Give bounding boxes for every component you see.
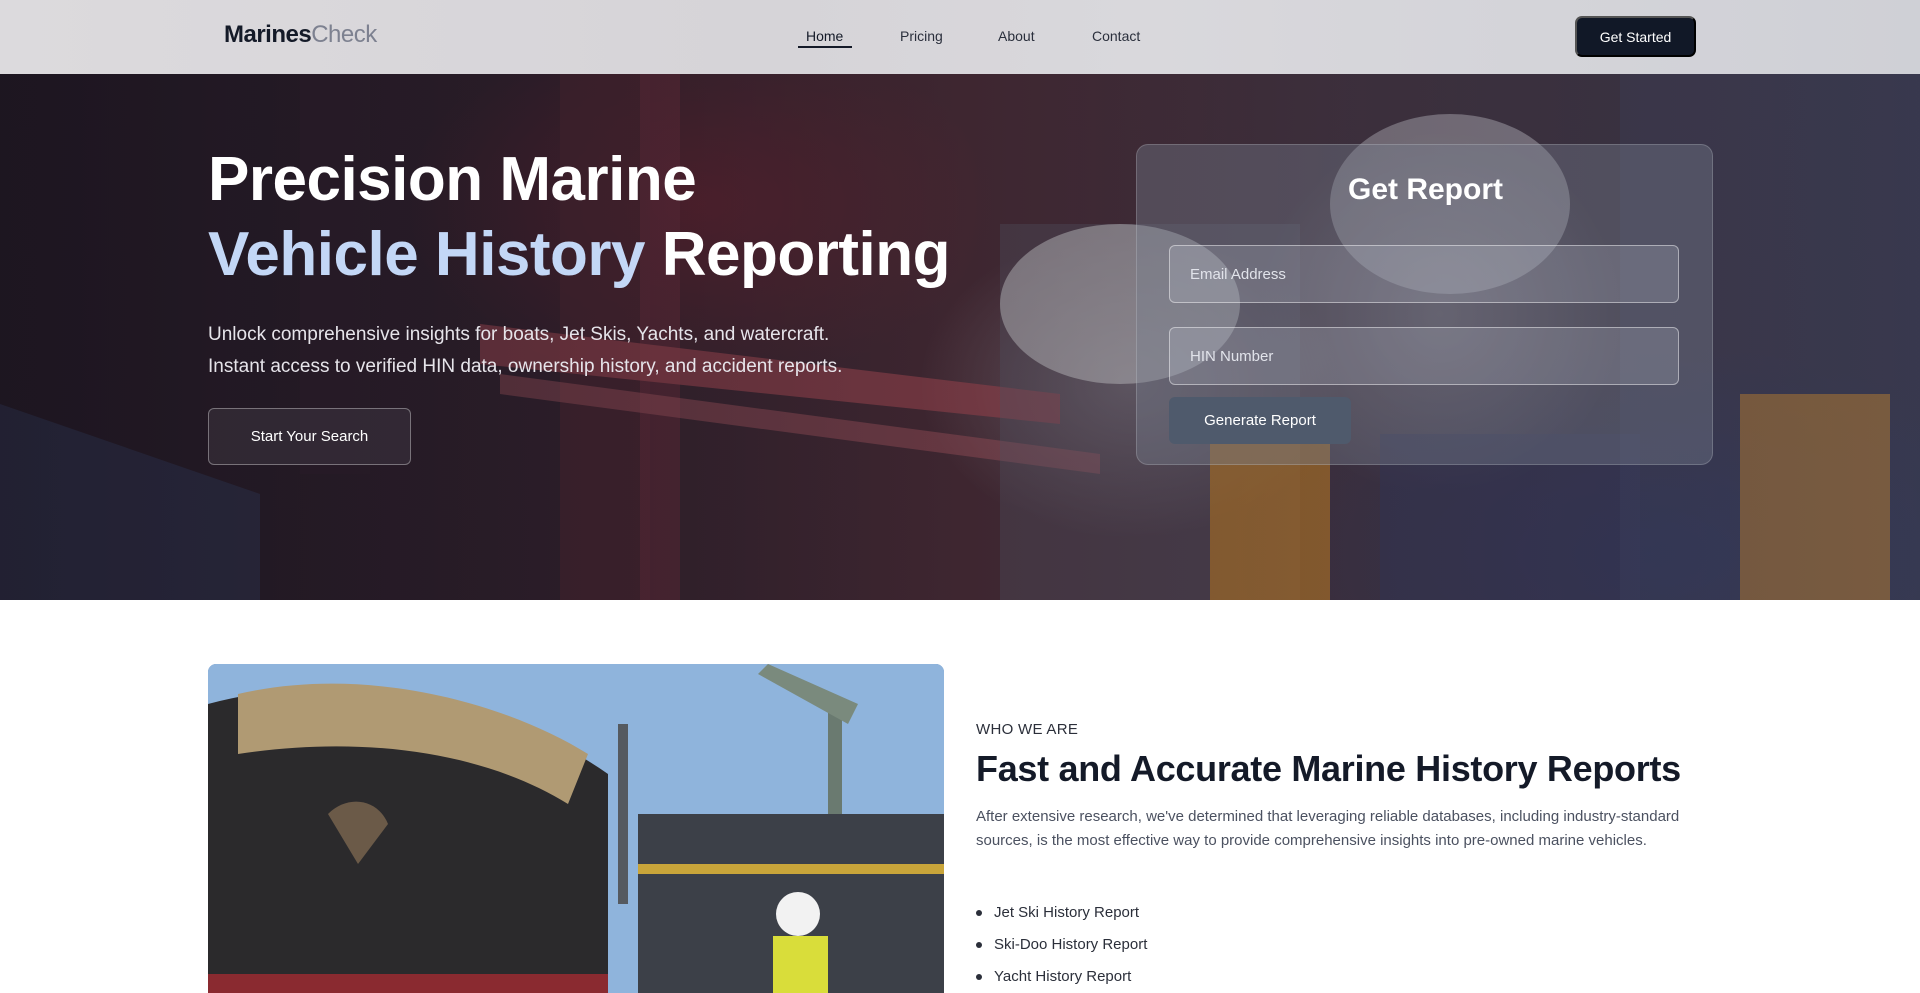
- section-title: Fast and Accurate Marine History Reports: [976, 748, 1681, 789]
- hero-subtitle: Unlock comprehensive insights for boats,…: [208, 319, 928, 383]
- site-header: MarinesCheck Home Pricing About Contact …: [0, 0, 1920, 74]
- nav-contact[interactable]: Contact: [1092, 28, 1140, 44]
- hero-title-line1: Precision Marine: [208, 145, 697, 214]
- nav-pricing[interactable]: Pricing: [900, 28, 943, 44]
- get-report-form: Get Report Generate Report: [1136, 144, 1713, 465]
- hero-title-rest: Reporting: [661, 220, 951, 289]
- nav-active-indicator: [798, 46, 852, 48]
- list-item: Jet Ski History Report: [976, 902, 1147, 934]
- nav-about[interactable]: About: [998, 28, 1035, 44]
- nav-home[interactable]: Home: [806, 28, 843, 44]
- hero-subtitle-line1: Unlock comprehensive insights for boats,…: [208, 324, 830, 345]
- hero-title-highlight: Vehicle History: [208, 220, 646, 289]
- list-item: Yacht History Report: [976, 966, 1147, 993]
- get-started-button[interactable]: Get Started: [1575, 16, 1696, 57]
- report-type-list: Jet Ski History Report Ski-Doo History R…: [976, 902, 1147, 993]
- report-form-title: Get Report: [1347, 173, 1503, 206]
- generate-report-button[interactable]: Generate Report: [1169, 397, 1351, 444]
- hero-title: Precision Marine Vehicle History Reporti…: [208, 142, 951, 292]
- section-description: After extensive research, we've determin…: [976, 808, 1680, 849]
- email-input[interactable]: [1169, 245, 1679, 303]
- section-eyebrow: WHO WE ARE: [976, 721, 1079, 738]
- shipyard-image: [208, 664, 944, 993]
- hero-section: Precision Marine Vehicle History Reporti…: [0, 74, 1920, 600]
- hin-input[interactable]: [1169, 327, 1679, 385]
- hero-subtitle-line2: Instant access to verified HIN data, own…: [208, 356, 843, 377]
- list-item: Ski-Doo History Report: [976, 934, 1147, 966]
- start-search-button[interactable]: Start Your Search: [208, 408, 411, 465]
